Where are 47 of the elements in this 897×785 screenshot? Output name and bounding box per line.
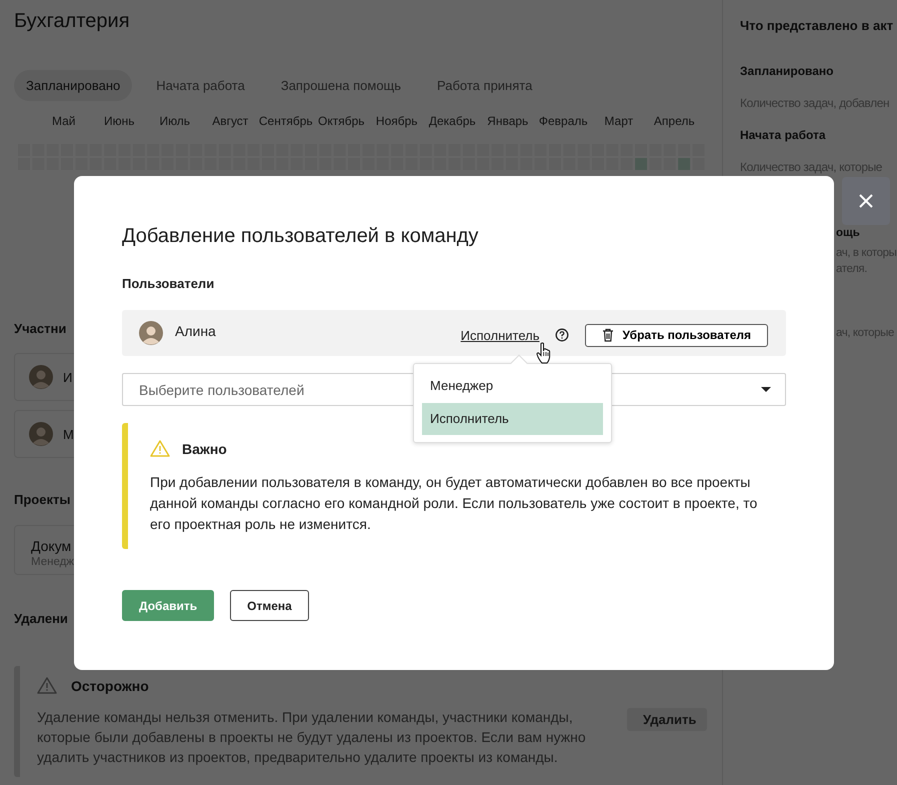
role-link[interactable]: Исполнитель	[460, 328, 540, 342]
month-label: Июль	[158, 114, 192, 128]
member-name: М	[63, 426, 74, 442]
month-label: Март	[603, 114, 634, 128]
month-label: Ноябрь	[374, 114, 419, 128]
help-icon[interactable]	[555, 328, 570, 342]
trash-icon	[602, 328, 614, 342]
remove-user-button[interactable]: Убрать пользователя	[585, 324, 768, 346]
cancel-button[interactable]: Отмена	[230, 590, 309, 621]
section-heading: Удалени	[14, 611, 68, 626]
close-icon	[859, 194, 873, 208]
warning-icon	[37, 676, 57, 695]
member-name: И	[63, 370, 72, 384]
user-name: Алина	[175, 323, 217, 339]
user-avatar	[139, 321, 163, 345]
month-label: Октябрь	[316, 114, 366, 128]
member-avatar	[29, 365, 53, 389]
notice-text: При добавлении пользователя в команду, он будет автоматически добавлен во все проекты данной команды согласно его командной роли. Если пользователь уже состоит в проекте, то его проектная роль не изменится.	[150, 473, 758, 534]
menu-item[interactable]: Исполнитель	[422, 403, 603, 435]
panel-title: Что представлено в акт	[740, 18, 894, 33]
menu-item[interactable]: Менеджер	[422, 370, 603, 402]
caret-icon	[761, 387, 771, 392]
section-heading: Проекты	[14, 492, 70, 507]
field-label: Пользователи	[122, 276, 216, 291]
caution-text: Удаление команды нельзя отменить. При удалении команды, участники команды, которые были добавлены в проекты не будут удалены из проектов. Если вам нужно удалить участников из проектов, предварительно удалите проекты из команды.	[37, 708, 587, 767]
member-avatar	[29, 422, 53, 446]
caution-title: Осторожно	[71, 678, 149, 694]
month-label: Май	[50, 114, 76, 128]
tab[interactable]: Запланировано	[14, 70, 132, 101]
panel-heading: Запланировано	[740, 63, 834, 79]
close-button[interactable]	[842, 177, 890, 225]
add-button[interactable]: Добавить	[122, 590, 214, 621]
dialog-title: Добавление пользователей в команду	[122, 224, 480, 248]
month-label: Июнь	[102, 114, 136, 128]
project-name: Докум	[31, 537, 72, 556]
month-label: Август	[211, 114, 250, 128]
panel-heading: ощь	[836, 226, 861, 241]
month-label: Декабрь	[428, 114, 477, 128]
notice-title: Важно	[182, 440, 227, 456]
month-label: Январь	[486, 114, 530, 128]
page-title: Бухгалтерия	[14, 9, 131, 34]
panel-heading: Начата работа	[740, 127, 827, 143]
month-label: Сентябрь	[258, 114, 314, 128]
month-label: Февраль	[538, 114, 589, 128]
warning-icon	[150, 439, 170, 458]
section-heading: Участни	[14, 321, 66, 336]
month-label: Апрель	[652, 114, 696, 128]
